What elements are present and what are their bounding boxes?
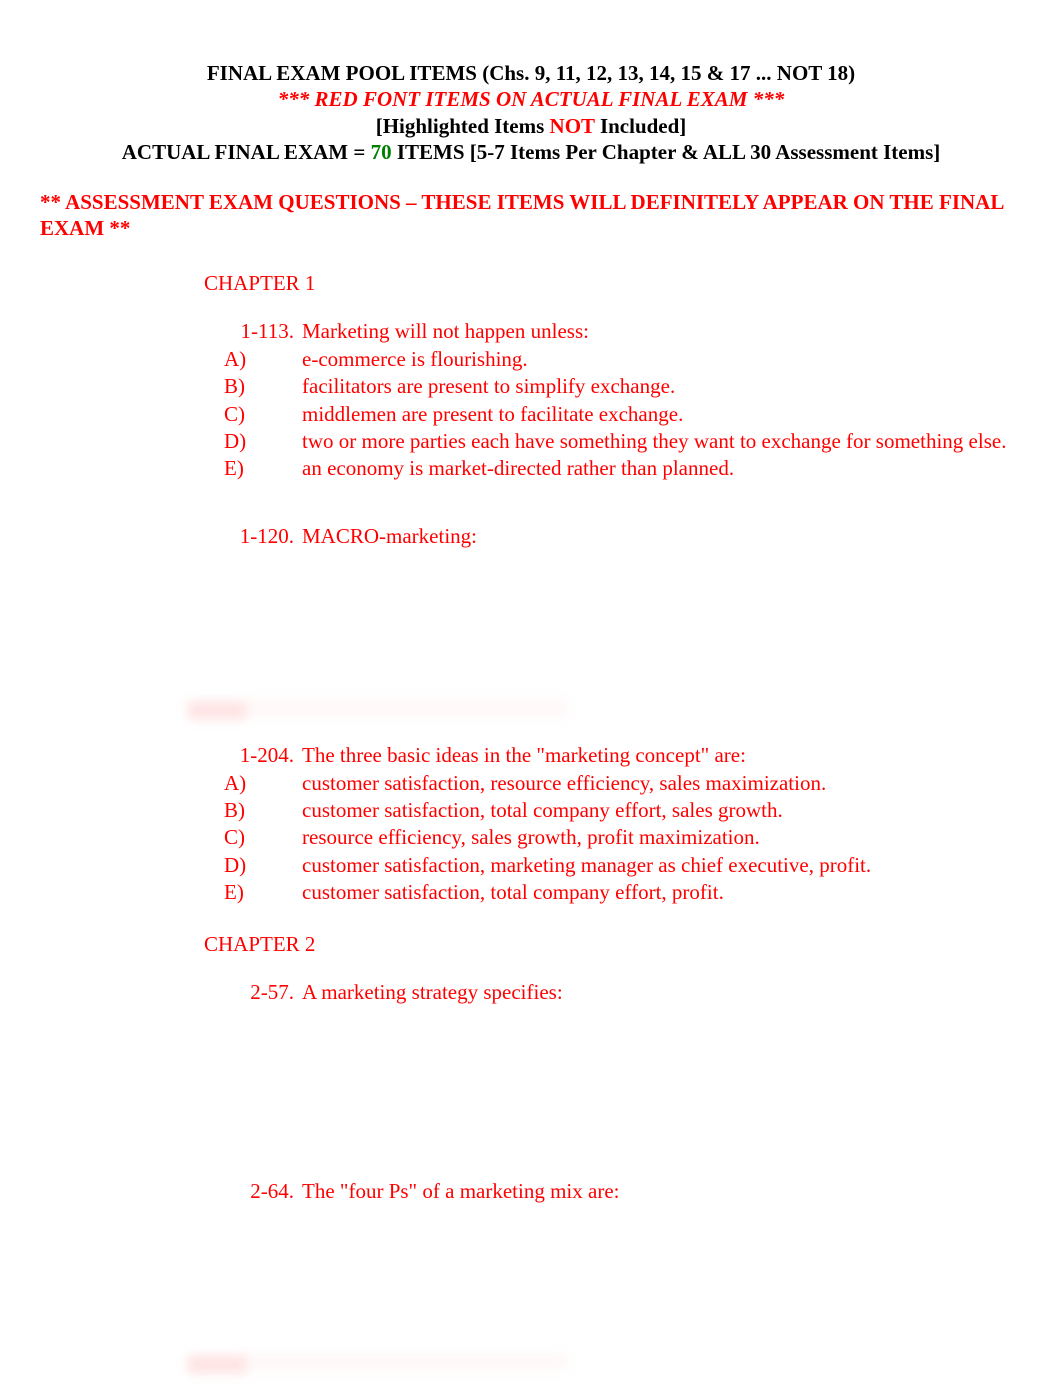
option-text: e-commerce is flourishing.	[302, 346, 528, 372]
option-text: customer satisfaction, marketing manager…	[302, 852, 871, 878]
question-1-204: 1-204. The three basic ideas in the "mar…	[40, 742, 1022, 906]
option-label: B)	[224, 797, 254, 823]
option-text: customer satisfaction, resource efficien…	[302, 770, 826, 796]
option-e: E) an economy is market-directed rather t…	[224, 455, 1022, 481]
question-number: 1-120.	[224, 523, 294, 549]
option-text: two or more parties each have something …	[302, 428, 1006, 454]
option-b: B) customer satisfaction, total company e…	[224, 797, 1022, 823]
option-a: A) e-commerce is flourishing.	[224, 346, 1022, 372]
option-e: E) customer satisfaction, total company e…	[224, 879, 1022, 905]
option-label: E)	[224, 879, 254, 905]
header-line2: *** RED FONT ITEMS ON ACTUAL FINAL EXAM …	[40, 86, 1022, 112]
option-text: an economy is market-directed rather tha…	[302, 455, 734, 481]
option-b: B) facilitators are present to simplify e…	[224, 373, 1022, 399]
question-number: 2-64.	[224, 1178, 294, 1204]
option-text: customer satisfaction, total company eff…	[302, 797, 783, 823]
question-1-113: 1-113. Marketing will not happen unless:…	[40, 318, 1022, 482]
question-stem-text: Marketing will not happen unless:	[302, 318, 589, 344]
question-number: 2-57.	[224, 979, 294, 1005]
question-stem-text: MACRO-marketing:	[302, 523, 477, 549]
blurred-region	[40, 1216, 1022, 1396]
option-a: A) customer satisfaction, resource effici…	[224, 770, 1022, 796]
option-c: C) middlemen are present to facilitate ex…	[224, 401, 1022, 427]
header-line4-prefix: ACTUAL FINAL EXAM =	[122, 140, 371, 164]
option-label: E)	[224, 455, 254, 481]
question-1-120: 1-120. MACRO-marketing:	[40, 523, 1022, 549]
header-line3-suffix: Included]	[595, 114, 687, 138]
chapter-1-heading: CHAPTER 1	[40, 270, 1022, 296]
header-line4-count: 70	[371, 140, 392, 164]
header-line1: FINAL EXAM POOL ITEMS (Chs. 9, 11, 12, 1…	[40, 60, 1022, 86]
question-2-57: 2-57. A marketing strategy specifies:	[40, 979, 1022, 1005]
question-2-64: 2-64. The "four Ps" of a marketing mix a…	[40, 1178, 1022, 1204]
header-line4: ACTUAL FINAL EXAM = 70 ITEMS [5-7 Items …	[40, 139, 1022, 165]
header-line4-suffix: ITEMS [5-7 Items Per Chapter & ALL 30 As…	[392, 140, 941, 164]
option-text: facilitators are present to simplify exc…	[302, 373, 675, 399]
option-text: middlemen are present to facilitate exch…	[302, 401, 683, 427]
option-text: resource efficiency, sales growth, profi…	[302, 824, 760, 850]
option-d: D) two or more parties each have somethin…	[224, 428, 1022, 454]
option-label: B)	[224, 373, 254, 399]
header-line3-prefix: [Highlighted Items	[376, 114, 550, 138]
option-label: C)	[224, 401, 254, 427]
question-stem-text: A marketing strategy specifies:	[302, 979, 563, 1005]
header-line3: [Highlighted Items NOT Included]	[40, 113, 1022, 139]
question-number: 1-113.	[224, 318, 294, 344]
header-line3-not: NOT	[550, 114, 595, 138]
document-header: FINAL EXAM POOL ITEMS (Chs. 9, 11, 12, 1…	[40, 60, 1022, 165]
question-number: 1-204.	[224, 742, 294, 768]
question-stem-text: The three basic ideas in the "marketing …	[302, 742, 746, 768]
option-text: customer satisfaction, total company eff…	[302, 879, 724, 905]
blurred-region	[40, 562, 1022, 742]
option-label: A)	[224, 346, 254, 372]
option-label: A)	[224, 770, 254, 796]
option-label: D)	[224, 852, 254, 878]
option-label: D)	[224, 428, 254, 454]
option-label: C)	[224, 824, 254, 850]
chapter-2-heading: CHAPTER 2	[40, 931, 1022, 957]
assessment-notice: ** ASSESSMENT EXAM QUESTIONS – THESE ITE…	[40, 189, 1022, 242]
option-d: D) customer satisfaction, marketing manag…	[224, 852, 1022, 878]
question-stem-text: The "four Ps" of a marketing mix are:	[302, 1178, 619, 1204]
option-c: C) resource efficiency, sales growth, pro…	[224, 824, 1022, 850]
